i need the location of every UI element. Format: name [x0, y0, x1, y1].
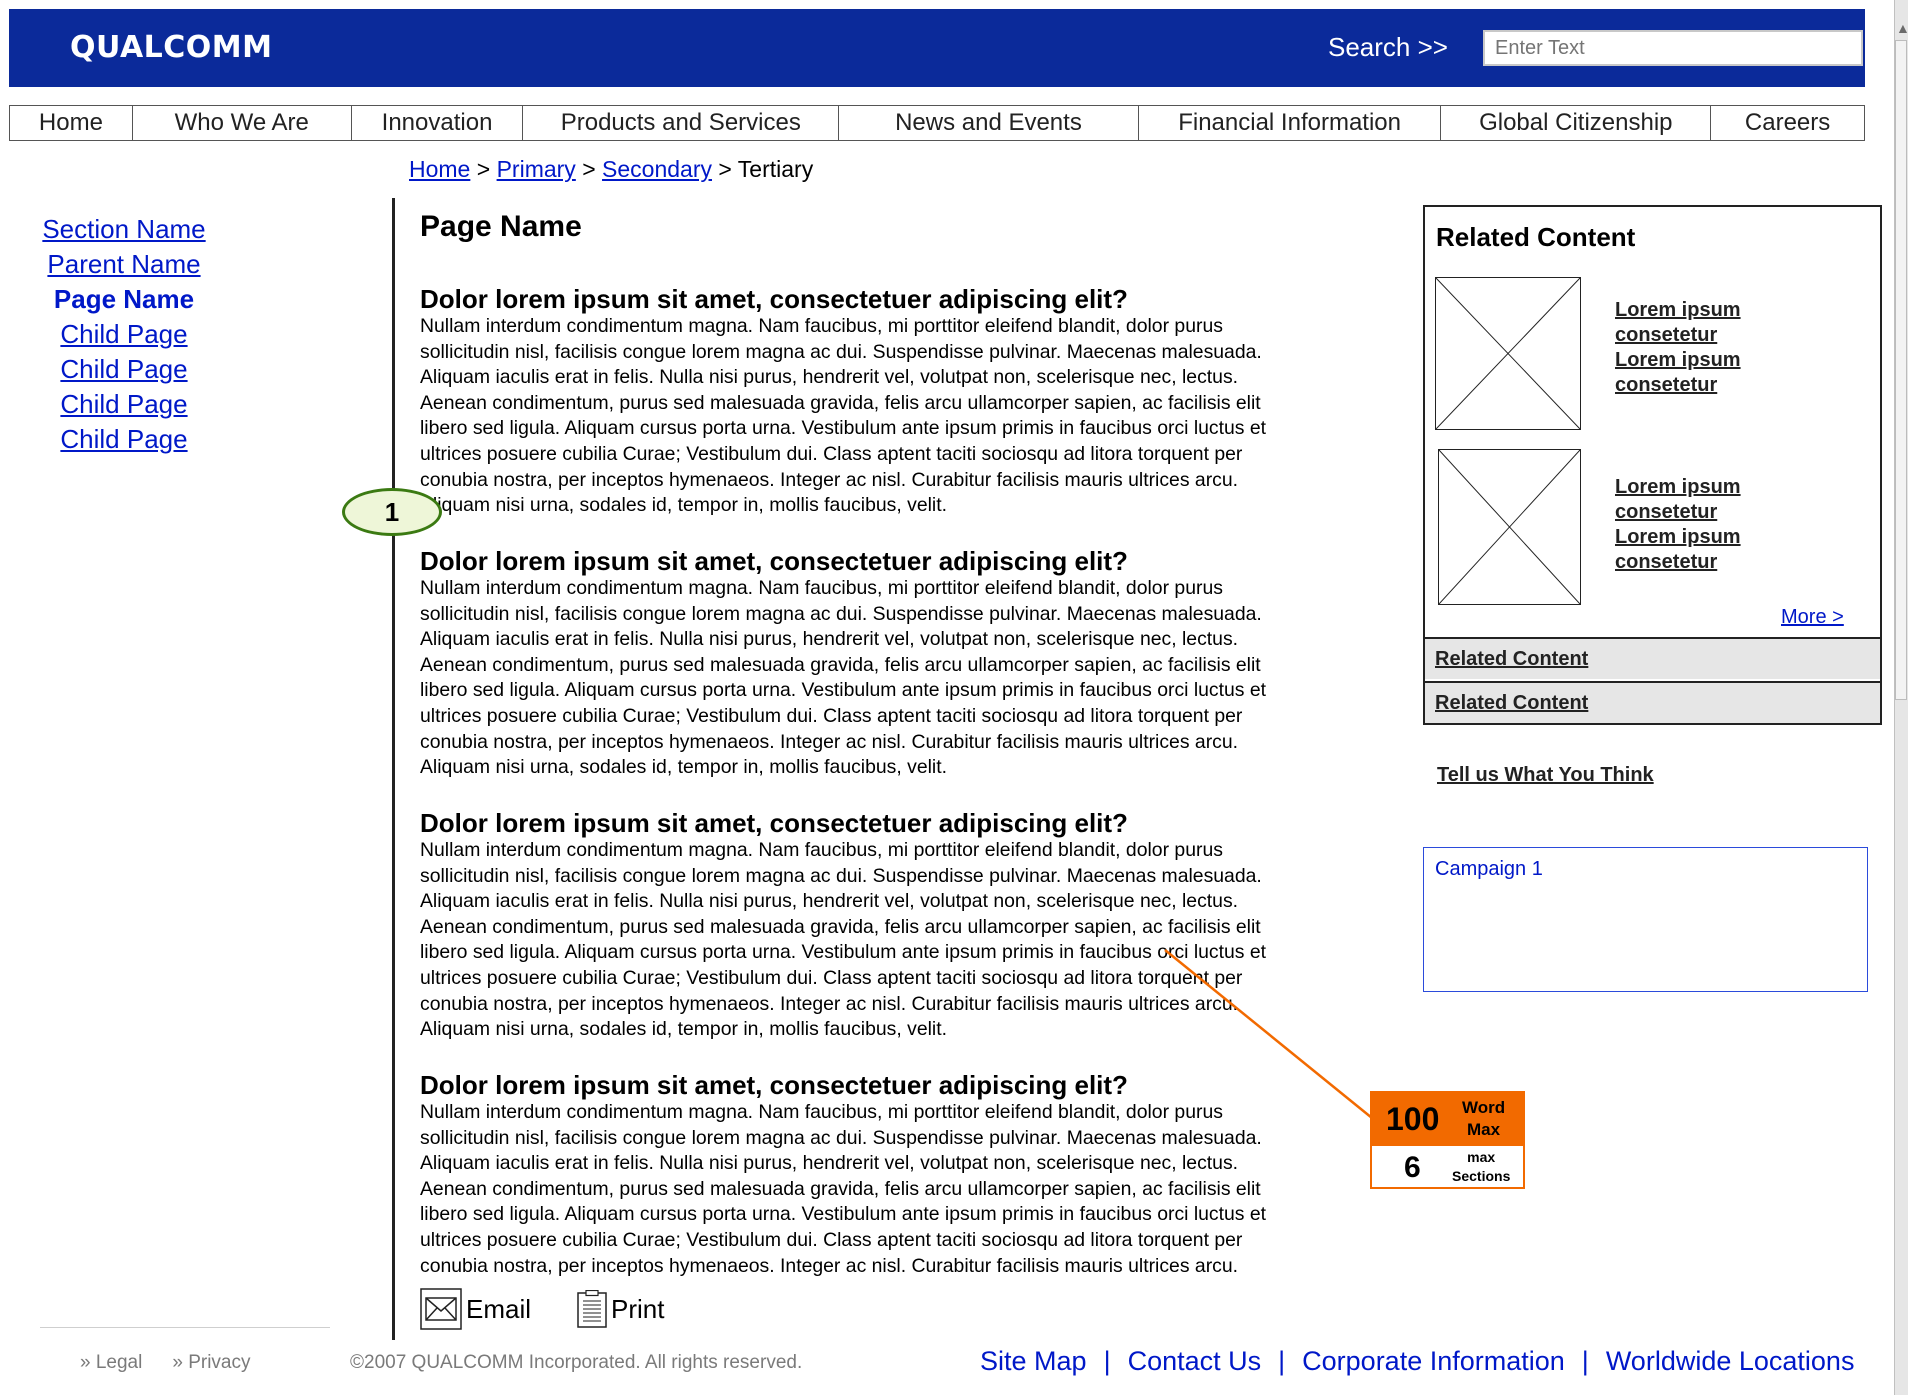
footer-links: Site Map | Contact Us | Corporate Inform…	[980, 1346, 1854, 1377]
related-content-link[interactable]: Related Content	[1435, 692, 1588, 714]
page-title: Page Name	[420, 210, 582, 243]
breadcrumb-primary[interactable]: Primary	[497, 156, 576, 182]
related-item-link[interactable]: Lorem ipsum	[1615, 475, 1741, 500]
annotation-callout-1: 1	[342, 488, 442, 536]
breadcrumb-separator: >	[575, 156, 603, 182]
related-content-row: Related Content	[1425, 681, 1880, 723]
leftnav-child-page[interactable]: Child Page	[60, 424, 187, 454]
section-body: Nullam interdum condimentum magna. Nam f…	[420, 315, 1267, 517]
breadcrumb-current: Tertiary	[737, 156, 814, 182]
section-heading: Dolor lorem ipsum sit amet, consectetuer…	[420, 808, 1128, 838]
footer-separator: |	[1278, 1346, 1286, 1376]
leftnav-parent-name[interactable]: Parent Name	[47, 249, 200, 279]
nav-item-who-we-are[interactable]: Who We Are	[133, 106, 352, 140]
breadcrumb-separator: >	[712, 156, 738, 182]
image-placeholder[interactable]	[1435, 277, 1581, 430]
nav-item-home[interactable]: Home	[10, 106, 133, 140]
breadcrumb: Home > Primary > Secondary > Tertiary	[409, 156, 813, 183]
footer-legal-links: » Legal » Privacy	[80, 1352, 250, 1374]
search-label: Search >>	[1328, 32, 1448, 62]
page-actions: Email Print	[420, 1288, 710, 1330]
content-section: Dolor lorem ipsum sit amet, consectetuer…	[420, 284, 1360, 519]
nav-item-news-and-events[interactable]: News and Events	[839, 106, 1139, 140]
leftnav-current-page: Page Name	[53, 284, 195, 314]
print-button[interactable]: Print	[577, 1290, 664, 1328]
nav-item-products-and-services[interactable]: Products and Services	[523, 106, 840, 140]
footer-link-site-map[interactable]: Site Map	[980, 1346, 1087, 1377]
footer-separator: |	[1103, 1346, 1111, 1376]
annotation-leader-line	[1164, 949, 1373, 1119]
breadcrumb-home[interactable]: Home	[409, 156, 470, 182]
related-item-link[interactable]: consetetur	[1615, 550, 1741, 575]
leftnav-child-page[interactable]: Child Page	[60, 319, 187, 349]
related-item-link[interactable]: Lorem ipsum	[1615, 348, 1741, 373]
section-heading: Dolor lorem ipsum sit amet, consectetuer…	[420, 284, 1128, 314]
image-placeholder[interactable]	[1438, 449, 1581, 605]
section-navigation: Section Name Parent Name Page Name Child…	[30, 212, 218, 457]
leftnav-child-page[interactable]: Child Page	[60, 389, 187, 419]
related-item-link[interactable]: consetetur	[1615, 500, 1741, 525]
footer-link-worldwide-locations[interactable]: Worldwide Locations	[1606, 1346, 1855, 1377]
email-label: Email	[466, 1293, 532, 1324]
breadcrumb-secondary[interactable]: Secondary	[602, 156, 712, 182]
email-button[interactable]: Email	[420, 1288, 531, 1330]
footer-divider	[40, 1327, 330, 1328]
more-link[interactable]: More >	[1781, 606, 1844, 629]
related-content-link[interactable]: Related Content	[1435, 648, 1588, 670]
related-item-links: Lorem ipsum consetetur Lorem ipsum conse…	[1615, 475, 1741, 575]
related-content-row: Related Content	[1425, 637, 1880, 679]
copyright: ©2007 QUALCOMM Incorporated. All rights …	[350, 1352, 803, 1373]
legal-link[interactable]: » Legal	[80, 1352, 142, 1374]
qualcomm-logo[interactable]: QUALCOMM	[70, 30, 273, 65]
print-label: Print	[611, 1293, 665, 1324]
image-placeholder-icon	[1435, 277, 1581, 430]
column-divider	[392, 198, 395, 1340]
related-item-link[interactable]: consetetur	[1615, 323, 1741, 348]
main-navigation: Home Who We Are Innovation Products and …	[9, 105, 1865, 141]
campaign-box[interactable]: Campaign 1	[1423, 847, 1868, 992]
printer-page-icon	[577, 1290, 607, 1328]
envelope-icon	[420, 1288, 462, 1330]
nav-item-global-citizenship[interactable]: Global Citizenship	[1441, 106, 1712, 140]
feedback-link[interactable]: Tell us What You Think	[1437, 764, 1654, 787]
word-max-count: 100	[1386, 1101, 1440, 1137]
campaign-label: Campaign 1	[1435, 858, 1543, 880]
word-max-annotation: 100 Word Max 6 max Sections	[1370, 1091, 1525, 1189]
sections-max-label: max Sections	[1452, 1149, 1511, 1184]
leftnav-section-name[interactable]: Section Name	[42, 214, 205, 244]
image-placeholder-icon	[1438, 449, 1581, 605]
nav-item-careers[interactable]: Careers	[1711, 106, 1864, 140]
search-input[interactable]	[1483, 30, 1863, 66]
leftnav-child-page[interactable]: Child Page	[60, 354, 187, 384]
sections-max-count: 6	[1404, 1151, 1421, 1184]
related-content-title: Related Content	[1436, 222, 1636, 252]
footer-link-contact-us[interactable]: Contact Us	[1128, 1346, 1262, 1377]
privacy-link[interactable]: » Privacy	[172, 1352, 250, 1374]
scroll-up-arrow-icon[interactable]: ▲	[1896, 20, 1908, 36]
related-item-links: Lorem ipsum consetetur Lorem ipsum conse…	[1615, 298, 1741, 398]
nav-item-innovation[interactable]: Innovation	[352, 106, 524, 140]
footer-separator: |	[1581, 1346, 1589, 1376]
breadcrumb-separator: >	[470, 156, 497, 182]
related-item-link[interactable]: Lorem ipsum	[1615, 525, 1741, 550]
footer-link-corporate-information[interactable]: Corporate Information	[1302, 1346, 1565, 1377]
word-max-label: Word Max	[1462, 1098, 1506, 1139]
section-body: Nullam interdum condimentum magna. Nam f…	[420, 577, 1267, 779]
nav-item-financial-information[interactable]: Financial Information	[1139, 106, 1442, 140]
related-item-link[interactable]: consetetur	[1615, 373, 1741, 398]
scrollbar-thumb[interactable]	[1895, 40, 1907, 700]
content-section: Dolor lorem ipsum sit amet, consectetuer…	[420, 546, 1360, 781]
related-item-link[interactable]: Lorem ipsum	[1615, 298, 1741, 323]
section-heading: Dolor lorem ipsum sit amet, consectetuer…	[420, 546, 1128, 576]
